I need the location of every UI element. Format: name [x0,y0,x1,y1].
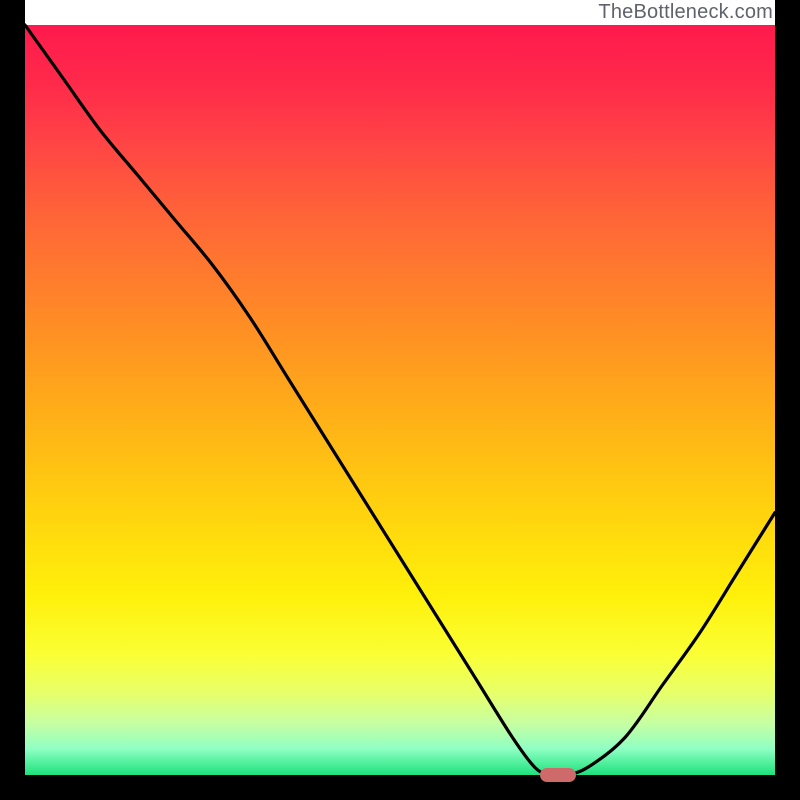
curve-svg [25,25,775,775]
watermark-text: TheBottleneck.com [598,1,773,24]
bottleneck-curve [25,25,775,776]
chart-frame: TheBottleneck.com [0,0,800,800]
optimal-marker [540,768,576,782]
